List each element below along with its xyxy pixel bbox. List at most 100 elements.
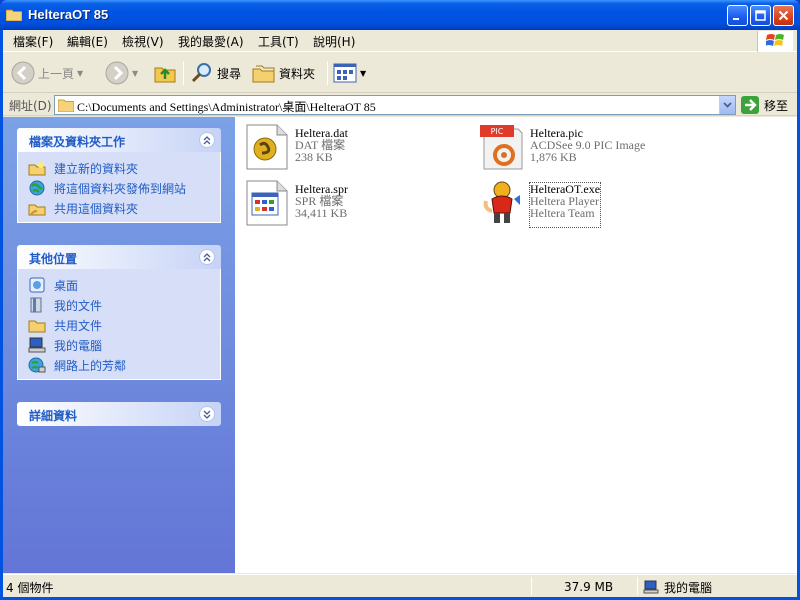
my-computer-icon [28,337,46,353]
menu-help[interactable]: 說明(H) [313,33,355,50]
maximize-button[interactable] [750,5,771,26]
address-bar: 網址(D) C:\Documents and Settings\Administ… [3,94,797,116]
forward-button[interactable]: ▼ [105,59,138,87]
status-bar: 4 個物件 37.9 MB 我的電腦 [3,574,797,597]
status-location: 我的電腦 [643,578,712,596]
desktop-icon [28,277,46,293]
my-computer-icon [643,580,659,594]
windows-logo [757,31,793,52]
share-folder-icon [28,200,46,216]
place-network[interactable]: 網路上的芳鄰 [28,355,220,375]
folder-icon [5,8,23,22]
folders-icon [252,65,275,83]
back-label: 上一頁 [38,66,75,81]
file-item-heltera-exe[interactable]: HelteraOT.exe Heltera Player Heltera Tea… [478,179,602,228]
place-my-computer[interactable]: 我的電腦 [28,335,220,355]
chevron-down-icon[interactable]: ▼ [132,69,138,78]
file-item-heltera-spr[interactable]: Heltera.spr SPR 檔案 34,411 KB [243,179,348,227]
close-button[interactable] [773,5,794,26]
up-folder-button[interactable] [153,59,177,87]
close-icon [778,10,789,21]
task-publish-web-label: 將這個資料夾發佈到網站 [54,181,187,196]
my-documents-icon [28,297,46,313]
folders-button[interactable]: 資料夾 [252,59,315,87]
views-button[interactable]: ▼ [333,59,366,87]
task-new-folder-label: 建立新的資料夾 [54,161,139,176]
collapse-icon[interactable] [199,249,215,265]
back-button[interactable]: 上一頁 ▼ [11,59,83,87]
other-places-header[interactable]: 其他位置 [17,245,221,269]
place-my-documents[interactable]: 我的文件 [28,295,220,315]
toolbar-separator [327,61,328,85]
toolbar-separator [183,61,184,85]
file-tasks-body: 建立新的資料夾 將這個資料夾發佈到網站 共用這個資料夾 [17,152,221,223]
menu-edit[interactable]: 編輯(E) [67,33,108,50]
pic-image-icon: PIC [480,125,523,170]
shared-folder-icon [28,317,46,333]
toolbar: 上一頁 ▼ ▼ 搜尋 資料夾 ▼ [3,53,797,93]
details-header[interactable]: 詳細資料 [17,402,221,426]
minimize-button[interactable] [727,5,748,26]
place-shared-documents[interactable]: 共用文件 [28,315,220,335]
menu-favorites[interactable]: 我的最愛(A) [178,33,244,50]
new-folder-icon [28,160,46,176]
task-share-folder-label: 共用這個資料夾 [54,201,139,216]
file-size: Heltera Team [530,206,595,220]
search-label: 搜尋 [217,66,242,81]
status-divider [531,577,532,595]
status-location-label: 我的電腦 [664,580,713,595]
status-divider [637,577,638,595]
go-button[interactable]: 移至 [741,96,788,114]
other-places-title: 其他位置 [29,252,78,266]
address-dropdown-button[interactable] [719,96,735,114]
menu-tools[interactable]: 工具(T) [258,33,299,50]
file-size: 34,411 KB [295,206,348,220]
status-size: 37.9 MB [564,580,614,594]
expand-icon[interactable] [199,406,215,422]
folders-label: 資料夾 [279,66,316,81]
maximize-icon [755,10,766,21]
details-title: 詳細資料 [29,409,78,423]
file-size: 1,876 KB [530,150,577,164]
task-new-folder[interactable]: 建立新的資料夾 [28,158,220,178]
menu-bar: 檔案(F) 編輯(E) 檢視(V) 我的最愛(A) 工具(T) 說明(H) [3,30,797,52]
title-bar[interactable]: HelteraOT 85 [0,0,800,30]
task-publish-web[interactable]: 將這個資料夾發佈到網站 [28,178,220,198]
file-item-heltera-pic[interactable]: PIC Heltera.pic ACDSee 9.0 PIC Image 1,8… [478,123,645,171]
place-desktop[interactable]: 桌面 [28,275,220,295]
file-size: 238 KB [295,150,333,164]
chevron-down-icon [723,102,732,108]
file-tasks-panel: 檔案及資料夾工作 建立新的資料夾 將這個資料夾發佈到網站 共用這個資料夾 [17,128,221,223]
search-button[interactable]: 搜尋 [190,59,241,87]
folder-icon [57,98,75,115]
address-input[interactable]: C:\Documents and Settings\Administrator\… [54,95,736,115]
menu-file[interactable]: 檔案(F) [13,33,53,50]
minimize-icon [733,18,739,20]
details-panel: 詳細資料 [17,402,221,426]
go-label: 移至 [764,98,789,113]
search-icon [191,63,211,83]
network-places-icon [28,357,46,373]
chevron-down-icon[interactable]: ▼ [77,69,83,78]
other-places-body: 桌面 我的文件 共用文件 我的電腦 網路上的芳鄰 [17,269,221,380]
collapse-icon[interactable] [199,132,215,148]
file-item-heltera-dat[interactable]: Heltera.dat DAT 檔案 238 KB [243,123,348,171]
up-folder-icon [154,67,176,83]
globe-icon [28,180,46,196]
task-share-folder[interactable]: 共用這個資料夾 [28,198,220,218]
go-arrow-icon [741,96,759,114]
place-my-computer-label: 我的電腦 [54,338,103,353]
file-view[interactable]: Heltera.dat DAT 檔案 238 KB PIC Heltera.pi… [235,117,797,573]
heltera-player-icon [483,181,520,223]
chevron-down-icon[interactable]: ▼ [360,69,366,78]
place-my-documents-label: 我的文件 [54,298,103,313]
address-path: C:\Documents and Settings\Administrator\… [77,100,376,114]
file-tasks-header[interactable]: 檔案及資料夾工作 [17,128,221,152]
address-label: 網址(D) [9,99,52,113]
menu-view[interactable]: 檢視(V) [122,33,164,50]
file-tasks-title: 檔案及資料夾工作 [29,135,126,149]
spr-file-icon [246,180,288,226]
place-desktop-label: 桌面 [54,278,79,293]
views-icon [333,63,357,83]
task-pane: 檔案及資料夾工作 建立新的資料夾 將這個資料夾發佈到網站 共用這個資料夾 其他位… [3,117,235,573]
